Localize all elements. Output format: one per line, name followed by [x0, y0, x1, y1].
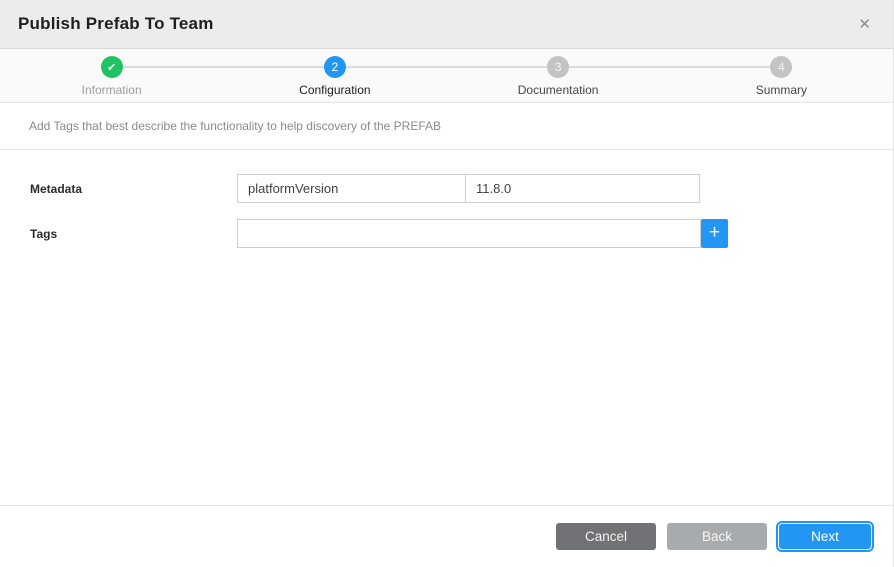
step-number-badge: 3 — [547, 56, 569, 78]
step-information[interactable]: ✔ Information — [0, 49, 223, 102]
step-label: Information — [82, 83, 142, 97]
tags-label: Tags — [30, 227, 57, 241]
publish-prefab-dialog: Publish Prefab To Team ✕ ✔ Information 2… — [0, 0, 894, 567]
wizard-stepper: ✔ Information 2 Configuration 3 Document… — [0, 49, 893, 103]
close-icon[interactable]: ✕ — [854, 15, 875, 34]
tags-input[interactable] — [237, 219, 701, 248]
step-label: Configuration — [299, 83, 370, 97]
dialog-titlebar: Publish Prefab To Team ✕ — [0, 0, 893, 49]
metadata-label: Metadata — [30, 182, 82, 196]
stepper-steps: ✔ Information 2 Configuration 3 Document… — [0, 49, 893, 102]
step-number-badge: 4 — [770, 56, 792, 78]
step-label: Documentation — [518, 83, 599, 97]
step-documentation[interactable]: 3 Documentation — [447, 49, 670, 102]
step-description-text: Add Tags that best describe the function… — [0, 103, 893, 150]
step-configuration[interactable]: 2 Configuration — [223, 49, 446, 102]
metadata-key-input[interactable] — [237, 174, 466, 203]
check-icon: ✔ — [101, 56, 123, 78]
dialog-footer: Cancel Back Next — [0, 505, 893, 567]
metadata-value-input[interactable] — [465, 174, 700, 203]
configuration-form: Metadata Tags + — [0, 150, 893, 505]
back-button[interactable]: Back — [667, 523, 767, 550]
next-button[interactable]: Next — [778, 523, 872, 550]
step-label: Summary — [756, 83, 807, 97]
dialog-title: Publish Prefab To Team — [18, 14, 214, 34]
step-number-badge: 2 — [324, 56, 346, 78]
plus-icon: + — [709, 223, 720, 242]
cancel-button[interactable]: Cancel — [556, 523, 656, 550]
step-summary[interactable]: 4 Summary — [670, 49, 893, 102]
add-tag-button[interactable]: + — [701, 219, 728, 248]
